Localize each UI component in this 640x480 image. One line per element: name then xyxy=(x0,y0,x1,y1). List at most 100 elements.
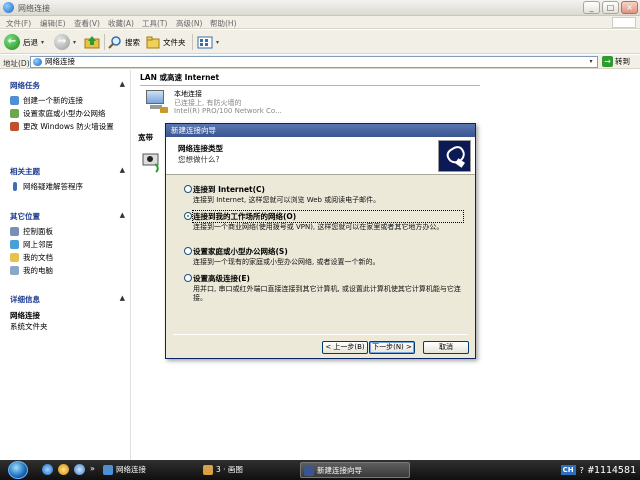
taskbar-item-paint[interactable]: 3 · 画图 xyxy=(200,462,292,478)
firewall-icon xyxy=(10,122,19,131)
quicklaunch-expand-icon[interactable]: » xyxy=(90,464,95,473)
see-also-panel: 相关主题 ▲ 网络疑难解答程序 xyxy=(10,166,125,191)
forward-dropdown-icon[interactable]: ▾ xyxy=(73,39,76,46)
wizard-page-title: 网络连接类型 xyxy=(178,144,223,153)
task-firewall-settings[interactable]: 更改 Windows 防火墙设置 xyxy=(10,122,125,131)
option-advanced-connection[interactable]: 设置高级连接(E) 用并口, 串口或红外端口直接连接到其它计算机, 或设置此计算… xyxy=(184,273,463,303)
collapse-chevron-icon[interactable]: ▲ xyxy=(120,211,125,219)
dialog-separator xyxy=(173,334,468,335)
back-dropdown-icon[interactable]: ▾ xyxy=(41,39,44,46)
other-places-title-text: 其它位置 xyxy=(10,212,40,221)
local-area-connection[interactable]: 本地连接 已连接上, 有防火墙的 Intel(R) PRO/100 Networ… xyxy=(144,88,344,124)
go-label: 转到 xyxy=(615,57,630,66)
collapse-chevron-icon[interactable]: ▲ xyxy=(120,166,125,174)
forward-button[interactable]: → ▾ xyxy=(54,33,76,51)
network-tasks-title-text: 网络任务 xyxy=(10,81,40,90)
back-step-button[interactable]: < 上一步(B) xyxy=(322,341,368,354)
place-network-neighborhood[interactable]: 网上邻居 xyxy=(10,240,125,249)
radio-connect-internet[interactable] xyxy=(184,185,192,193)
network-connections-icon xyxy=(103,465,113,475)
option-label: 设置家庭或小型办公网络(S) xyxy=(193,247,288,256)
radio-connect-workplace[interactable] xyxy=(184,212,192,220)
window-titlebar[interactable]: 网络连接 _ □ × xyxy=(0,0,640,16)
up-button[interactable] xyxy=(84,33,100,51)
forward-arrow-icon: → xyxy=(54,34,70,50)
connection-wizard-icon xyxy=(438,140,471,172)
option-desc: 连接到一个现有的家庭或小型办公网络, 或者设置一个新的。 xyxy=(193,258,380,266)
info-icon xyxy=(13,182,17,191)
place-label: 我的电脑 xyxy=(23,266,53,275)
option-connect-workplace[interactable]: 连接到我的工作场所的网络(O) 连接到一个商业网络(使用拨号或 VPN), 这样… xyxy=(184,210,464,232)
task-setup-home-network[interactable]: 设置家庭或小型办公网络 xyxy=(10,109,125,118)
folders-button[interactable]: 文件夹 xyxy=(146,33,186,51)
address-bar: 地址(D) 网络连接 ▾ → 转到 xyxy=(0,55,640,69)
see-also-title[interactable]: 相关主题 ▲ xyxy=(10,166,125,178)
other-places-title[interactable]: 其它位置 ▲ xyxy=(10,211,125,223)
views-dropdown-icon[interactable]: ▾ xyxy=(216,39,219,46)
quicklaunch-media-icon[interactable] xyxy=(58,464,69,475)
minimize-button[interactable]: _ xyxy=(583,1,600,14)
taskbar: » 网络连接 3 · 画图 新建连接向导 CH ? #1114581 xyxy=(0,460,640,480)
menu-help[interactable]: 帮助(H) xyxy=(210,18,237,29)
tray-help-icon[interactable]: ? xyxy=(580,466,584,475)
place-label: 网上邻居 xyxy=(23,240,53,249)
address-input[interactable]: 网络连接 ▾ xyxy=(30,56,598,68)
standard-toolbar: ← 后退 ▾ → ▾ 搜索 文件夹 ▾ xyxy=(0,30,640,54)
dialog-titlebar[interactable]: 新建连接向导 xyxy=(166,124,475,137)
search-button[interactable]: 搜索 xyxy=(108,33,140,51)
other-places-panel: 其它位置 ▲ 控制面板 网上邻居 我的文档 我的电脑 xyxy=(10,211,125,275)
radio-home-network[interactable] xyxy=(184,247,192,255)
cancel-button[interactable]: 取消 xyxy=(423,341,469,354)
go-button[interactable]: → 转到 xyxy=(602,56,630,67)
place-control-panel[interactable]: 控制面板 xyxy=(10,227,125,236)
menu-favorites[interactable]: 收藏(A) xyxy=(108,18,134,29)
language-indicator[interactable]: CH xyxy=(560,465,576,475)
menu-file[interactable]: 文件(F) xyxy=(6,18,31,29)
radio-advanced-connection[interactable] xyxy=(184,274,192,282)
details-title[interactable]: 详细信息 ▲ xyxy=(10,294,125,306)
taskbar-item-label: 3 · 画图 xyxy=(216,465,243,474)
wizard-page-subtitle: 您想做什么? xyxy=(178,155,220,164)
taskbar-item-label: 新建连接向导 xyxy=(317,466,362,475)
menu-edit[interactable]: 编辑(E) xyxy=(40,18,66,29)
option-label: 连接到我的工作场所的网络(O) xyxy=(192,210,464,223)
menu-advanced[interactable]: 高级(N) xyxy=(176,18,202,29)
views-button[interactable]: ▾ xyxy=(197,33,219,51)
taskbar-item-network[interactable]: 网络连接 xyxy=(100,462,192,478)
option-home-network[interactable]: 设置家庭或小型办公网络(S) 连接到一个现有的家庭或小型办公网络, 或者设置一个… xyxy=(184,246,463,267)
wizard-connection-icon[interactable] xyxy=(142,152,164,174)
menu-bar: 文件(F) 编辑(E) 查看(V) 收藏(A) 工具(T) 高级(N) 帮助(H… xyxy=(0,16,640,29)
option-desc: 连接到 Internet, 这样您就可以浏览 Web 或阅读电子邮件。 xyxy=(193,196,381,204)
window-controls: _ □ × xyxy=(583,1,638,14)
connection-info: 本地连接 已连接上, 有防火墙的 Intel(R) PRO/100 Networ… xyxy=(174,90,282,116)
details-desc: 系统文件夹 xyxy=(10,322,48,331)
task-create-connection[interactable]: 创建一个新的连接 xyxy=(10,96,125,105)
collapse-chevron-icon[interactable]: ▲ xyxy=(120,80,125,88)
connection-name: 本地连接 xyxy=(174,90,202,98)
next-step-button[interactable]: 下一步(N) > xyxy=(369,341,415,354)
place-my-computer[interactable]: 我的电脑 xyxy=(10,266,125,275)
place-my-documents[interactable]: 我的文档 xyxy=(10,253,125,262)
option-connect-internet[interactable]: 连接到 Internet(C) 连接到 Internet, 这样您就可以浏览 W… xyxy=(184,184,463,205)
details-title-text: 详细信息 xyxy=(10,295,40,304)
collapse-chevron-icon[interactable]: ▲ xyxy=(120,294,125,302)
start-button[interactable] xyxy=(8,461,28,479)
close-button[interactable]: × xyxy=(621,1,638,14)
quicklaunch-ie-icon[interactable] xyxy=(42,464,53,475)
task-network-troubleshooter[interactable]: 网络疑难解答程序 xyxy=(10,182,125,191)
menu-view[interactable]: 查看(V) xyxy=(74,18,100,29)
back-button[interactable]: ← 后退 ▾ xyxy=(4,33,44,51)
address-dropdown-icon[interactable]: ▾ xyxy=(586,57,596,67)
taskbar-item-label: 网络连接 xyxy=(116,465,146,474)
maximize-button[interactable]: □ xyxy=(602,1,619,14)
system-tray: CH ? #1114581 xyxy=(560,462,640,478)
window-title: 网络连接 xyxy=(18,4,50,13)
quicklaunch-desktop-icon[interactable] xyxy=(74,464,85,475)
go-arrow-icon: → xyxy=(602,56,613,67)
option-label: 设置高级连接(E) xyxy=(193,274,250,283)
menu-tools[interactable]: 工具(T) xyxy=(142,18,167,29)
network-tasks-title[interactable]: 网络任务 ▲ xyxy=(10,80,125,92)
taskbar-item-wizard[interactable]: 新建连接向导 xyxy=(300,462,410,478)
watermark-text: #1114581 xyxy=(587,464,636,476)
address-label: 地址(D) xyxy=(3,59,30,68)
